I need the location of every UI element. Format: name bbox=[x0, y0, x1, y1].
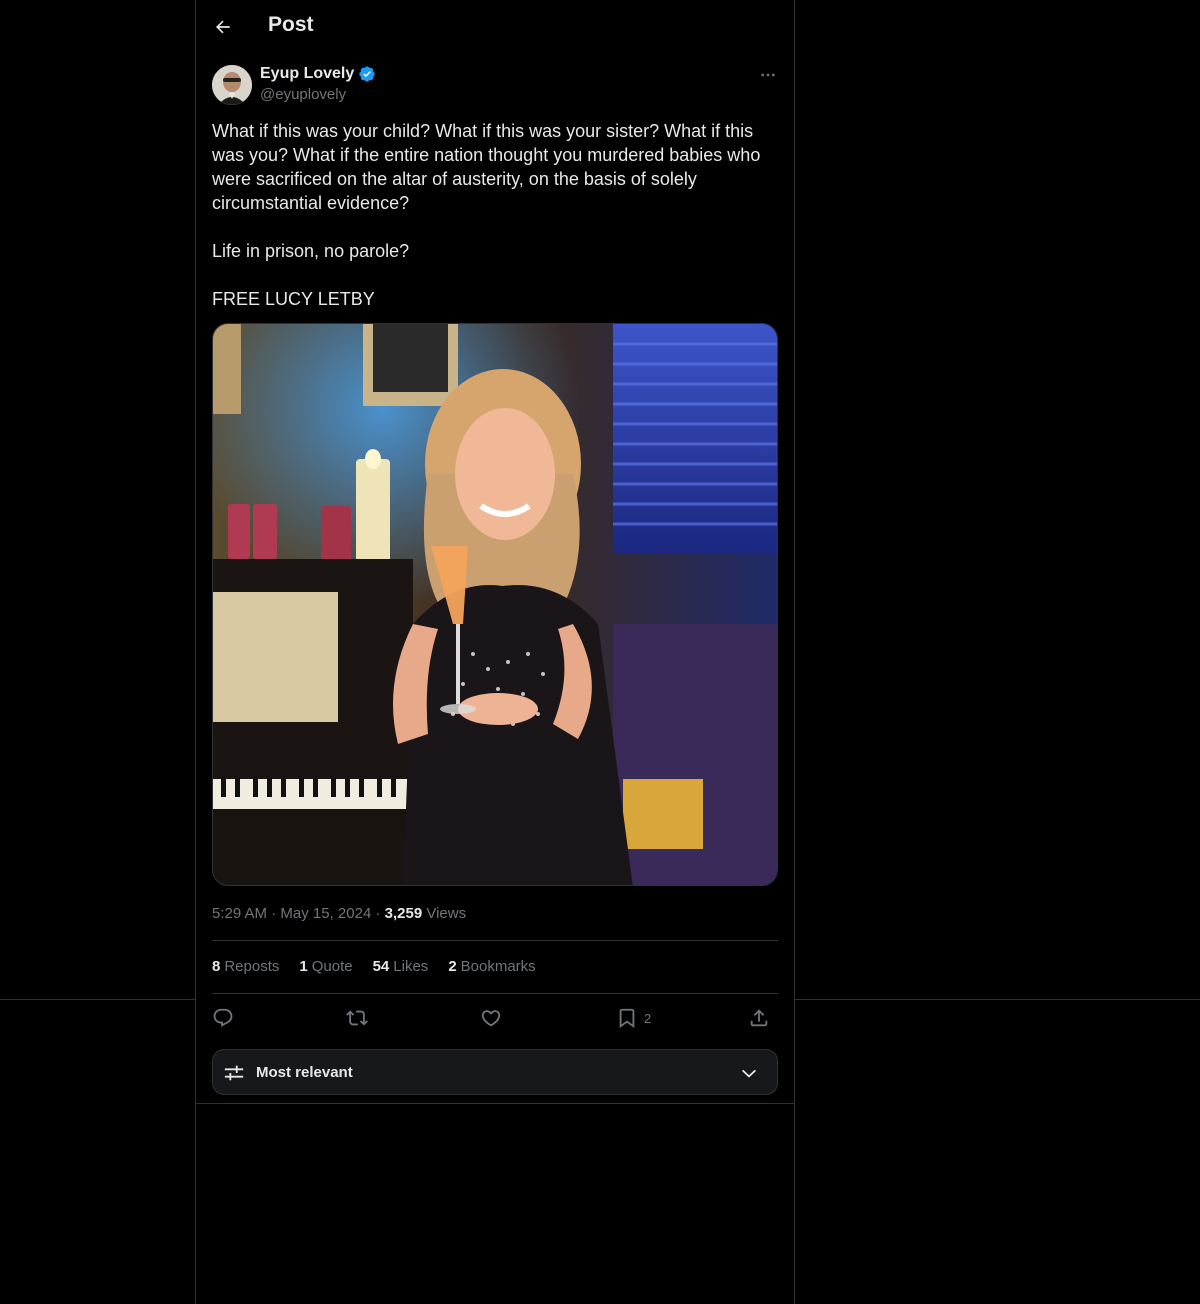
reposts-count: 8 bbox=[212, 958, 221, 975]
post-text-paragraph: What if this was your child? What if thi… bbox=[212, 121, 761, 213]
action-bar: 2 bbox=[212, 1004, 778, 1032]
back-arrow-icon bbox=[216, 20, 230, 34]
repost-button[interactable] bbox=[346, 1004, 368, 1032]
views-count: 3,259 bbox=[384, 905, 423, 922]
back-button[interactable] bbox=[208, 12, 238, 42]
sliders-icon bbox=[224, 1065, 244, 1081]
like-icon bbox=[481, 1010, 501, 1027]
share-icon bbox=[750, 1009, 768, 1027]
photo-image bbox=[213, 324, 777, 885]
post-meta: 5:29 AM · May 15, 2024 · 3,259 Views bbox=[212, 905, 466, 922]
reply-sort-dropdown[interactable]: Most relevant bbox=[212, 1049, 778, 1095]
author-name-row[interactable]: Eyup Lovely bbox=[260, 65, 376, 83]
bookmarks-stat[interactable]: 2 Bookmarks bbox=[448, 958, 535, 975]
likes-label: Likes bbox=[393, 958, 429, 975]
like-button[interactable] bbox=[480, 1004, 502, 1032]
avatar-image bbox=[212, 65, 252, 105]
avatar[interactable] bbox=[212, 65, 252, 105]
reply-icon bbox=[213, 1008, 233, 1027]
quotes-label: Quote bbox=[311, 958, 353, 975]
post-photo[interactable] bbox=[212, 323, 778, 886]
post-text: What if this was your child? What if thi… bbox=[212, 119, 778, 311]
reposts-stat[interactable]: 8 Reposts bbox=[212, 958, 279, 975]
quotes-count: 1 bbox=[299, 958, 308, 975]
meta-dot: · bbox=[271, 905, 277, 922]
bookmark-count: 2 bbox=[644, 1010, 652, 1026]
reply-button[interactable] bbox=[212, 1004, 234, 1032]
bookmarks-label: Bookmarks bbox=[460, 958, 536, 975]
bookmark-icon bbox=[619, 1008, 635, 1029]
meta-dot: · bbox=[375, 905, 381, 922]
more-button[interactable] bbox=[756, 64, 780, 86]
more-icon bbox=[761, 73, 775, 77]
reposts-label: Reposts bbox=[224, 958, 280, 975]
post-text-paragraph: Life in prison, no parole? bbox=[212, 241, 410, 261]
likes-stat[interactable]: 54 Likes bbox=[373, 958, 429, 975]
divider bbox=[212, 993, 778, 994]
author-name[interactable]: Eyup Lovely bbox=[260, 65, 354, 83]
post-text-paragraph: FREE LUCY LETBY bbox=[212, 289, 375, 309]
page-header: Post bbox=[196, 0, 794, 54]
bookmarks-count: 2 bbox=[448, 958, 457, 975]
quotes-stat[interactable]: 1 Quote bbox=[299, 958, 352, 975]
sort-label: Most relevant bbox=[256, 1064, 353, 1081]
engagement-stats: 8 Reposts 1 Quote 54 Likes 2 Bookmarks bbox=[212, 958, 536, 975]
primary-column: Post Eyup Lovely @eyuplovely What if thi… bbox=[195, 0, 795, 1304]
author-handle[interactable]: @eyuplovely bbox=[260, 86, 346, 103]
likes-count: 54 bbox=[372, 958, 390, 975]
views-label: Views bbox=[426, 905, 467, 922]
post-time[interactable]: 5:29 AM bbox=[212, 905, 267, 922]
verified-badge-icon bbox=[359, 66, 375, 82]
divider bbox=[212, 940, 778, 941]
divider bbox=[196, 1103, 794, 1104]
share-button[interactable] bbox=[748, 1004, 770, 1032]
page-title: Post bbox=[268, 13, 314, 36]
bookmark-button[interactable]: 2 bbox=[616, 1004, 651, 1032]
post-date[interactable]: May 15, 2024 bbox=[280, 905, 371, 922]
repost-icon bbox=[346, 1010, 368, 1026]
chevron-down-icon bbox=[742, 1069, 756, 1078]
